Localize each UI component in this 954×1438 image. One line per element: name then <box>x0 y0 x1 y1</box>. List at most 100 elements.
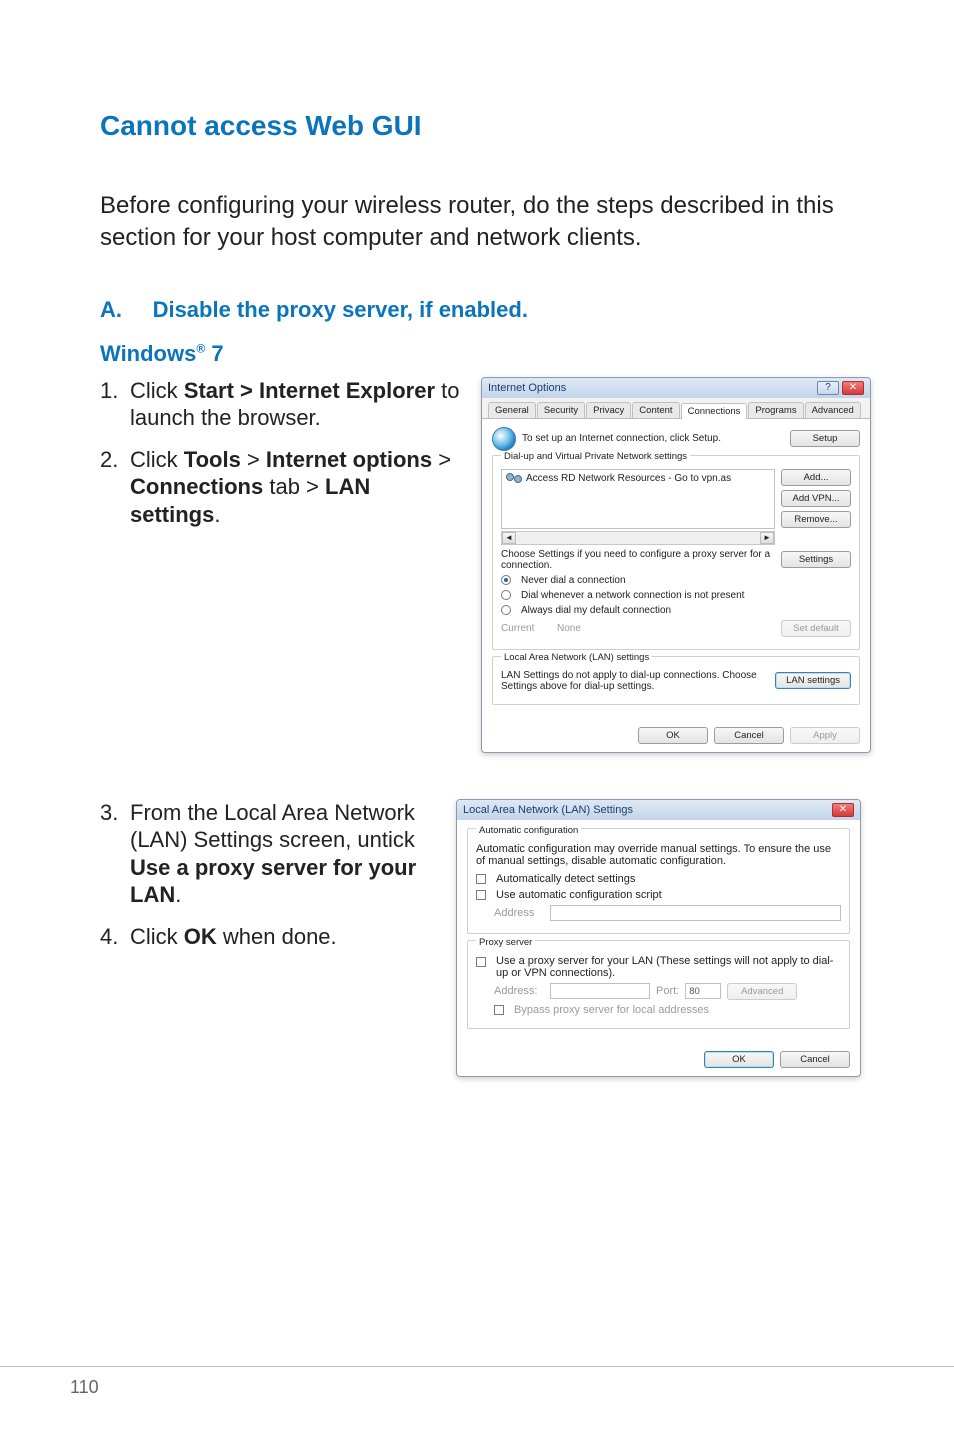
proxy-address-input <box>550 983 650 999</box>
windows-reg: ® <box>196 341 205 355</box>
tab-programs[interactable]: Programs <box>748 402 803 418</box>
section-a-text: Disable the proxy server, if enabled. <box>153 297 528 322</box>
scroll-right-icon[interactable]: ► <box>760 532 774 544</box>
proxy-port-label: Port: <box>656 985 679 997</box>
radio-whenever-label: Dial whenever a network connection is no… <box>521 590 744 601</box>
step-3-bold: Use a proxy server for your LAN <box>130 855 416 908</box>
lan-settings-button[interactable]: LAN settings <box>775 672 851 689</box>
step-2-pre: Click <box>130 447 184 472</box>
step-3: From the Local Area Network (LAN) Settin… <box>100 799 440 909</box>
lan-cancel-button[interactable]: Cancel <box>780 1051 850 1068</box>
tab-privacy[interactable]: Privacy <box>586 402 631 418</box>
step-2: Click Tools > Internet options > Connect… <box>100 446 465 529</box>
step-1-pre: Click <box>130 378 184 403</box>
auto-detect-label: Automatically detect settings <box>496 873 635 885</box>
step-2-mid: tab > <box>263 474 325 499</box>
lan-group: Local Area Network (LAN) settings LAN Se… <box>492 656 860 705</box>
io-titlebar: Internet Options ? ✕ <box>482 378 870 398</box>
io-setup-text: To set up an Internet connection, click … <box>522 433 784 444</box>
step-1-bold: Start > Internet Explorer <box>184 378 435 403</box>
radio-never-dial[interactable] <box>501 575 511 585</box>
page-title: Cannot access Web GUI <box>100 110 864 142</box>
step-2-b3: Connections <box>130 474 263 499</box>
auto-script-label: Use automatic configuration script <box>496 889 662 901</box>
page-footer: 110 <box>0 1366 954 1398</box>
script-address-label: Address <box>494 907 544 919</box>
step-2-b1: Tools <box>184 447 241 472</box>
settings-button[interactable]: Settings <box>781 551 851 568</box>
close-icon[interactable]: ✕ <box>842 381 864 395</box>
windows-label: Windows <box>100 341 196 366</box>
proxy-port-input <box>685 983 721 999</box>
page-number: 110 <box>70 1377 99 1397</box>
globe-icon <box>492 427 516 451</box>
help-icon[interactable]: ? <box>817 381 839 395</box>
radio-dial-whenever[interactable] <box>501 590 511 600</box>
auto-legend: Automatic configuration <box>476 825 581 836</box>
step-2-end: . <box>214 502 220 527</box>
proxy-address-label: Address: <box>494 985 544 997</box>
choose-settings-text: Choose Settings if you need to configure… <box>501 549 775 571</box>
remove-button[interactable]: Remove... <box>781 511 851 528</box>
advanced-button: Advanced <box>727 983 797 1000</box>
radio-never-label: Never dial a connection <box>521 575 626 586</box>
section-a-heading: A. Disable the proxy server, if enabled. <box>100 297 864 323</box>
io-title: Internet Options <box>488 382 566 394</box>
proxy-group: Proxy server Use a proxy server for your… <box>467 940 850 1029</box>
windows-heading: Windows® 7 <box>100 341 864 367</box>
script-address-input <box>550 905 841 921</box>
radio-always-dial[interactable] <box>501 605 511 615</box>
step-4-end: when done. <box>217 924 337 949</box>
setup-button[interactable]: Setup <box>790 430 860 447</box>
people-icon <box>506 473 522 485</box>
tab-connections[interactable]: Connections <box>681 403 748 419</box>
bypass-checkbox <box>494 1005 504 1015</box>
tab-content[interactable]: Content <box>632 402 679 418</box>
set-default-button: Set default <box>781 620 851 637</box>
radio-always-label: Always dial my default connection <box>521 605 671 616</box>
hscrollbar[interactable]: ◄ ► <box>501 531 775 545</box>
tab-security[interactable]: Security <box>537 402 585 418</box>
lan-ok-button[interactable]: OK <box>704 1051 774 1068</box>
lan-close-icon[interactable]: ✕ <box>832 803 854 817</box>
windows-version: 7 <box>205 341 223 366</box>
lan-legend: Local Area Network (LAN) settings <box>501 652 652 663</box>
step-3-pre: From the Local Area Network (LAN) Settin… <box>130 800 415 853</box>
use-proxy-checkbox[interactable] <box>476 957 486 967</box>
io-cancel-button[interactable]: Cancel <box>714 727 784 744</box>
tab-general[interactable]: General <box>488 402 536 418</box>
io-ok-button[interactable]: OK <box>638 727 708 744</box>
intro-text: Before configuring your wireless router,… <box>100 190 864 255</box>
current-label: Current <box>501 623 551 634</box>
add-button[interactable]: Add... <box>781 469 851 486</box>
lan-settings-dialog: Local Area Network (LAN) Settings ✕ Auto… <box>456 799 861 1077</box>
auto-config-group: Automatic configuration Automatic config… <box>467 828 850 934</box>
step-4-bold: OK <box>184 924 217 949</box>
step-2-b2: Internet options <box>266 447 432 472</box>
step-4-pre: Click <box>130 924 184 949</box>
auto-script-checkbox[interactable] <box>476 890 486 900</box>
step-2-gt1: > <box>241 447 266 472</box>
lan-info-text: LAN Settings do not apply to dial-up con… <box>501 670 769 692</box>
step-3-end: . <box>175 882 181 907</box>
scroll-left-icon[interactable]: ◄ <box>502 532 516 544</box>
step-4: Click OK when done. <box>100 923 440 951</box>
lan-title: Local Area Network (LAN) Settings <box>463 804 633 816</box>
proxy-legend: Proxy server <box>476 937 535 948</box>
section-a-prefix: A. <box>100 297 122 322</box>
lan-titlebar: Local Area Network (LAN) Settings ✕ <box>457 800 860 820</box>
io-tabs: General Security Privacy Content Connect… <box>482 398 870 419</box>
auto-config-text: Automatic configuration may override man… <box>476 843 841 867</box>
io-apply-button: Apply <box>790 727 860 744</box>
dialup-group: Dial-up and Virtual Private Network sett… <box>492 455 860 650</box>
dialup-legend: Dial-up and Virtual Private Network sett… <box>501 451 690 462</box>
vpn-item[interactable]: Access RD Network Resources - Go to vpn.… <box>526 473 731 484</box>
step-2-gt2: > <box>432 447 451 472</box>
bypass-label: Bypass proxy server for local addresses <box>514 1004 709 1016</box>
add-vpn-button[interactable]: Add VPN... <box>781 490 851 507</box>
auto-detect-checkbox[interactable] <box>476 874 486 884</box>
internet-options-dialog: Internet Options ? ✕ General Security Pr… <box>481 377 871 753</box>
tab-advanced[interactable]: Advanced <box>805 402 861 418</box>
step-1: Click Start > Internet Explorer to launc… <box>100 377 465 432</box>
use-proxy-label: Use a proxy server for your LAN (These s… <box>496 955 841 979</box>
